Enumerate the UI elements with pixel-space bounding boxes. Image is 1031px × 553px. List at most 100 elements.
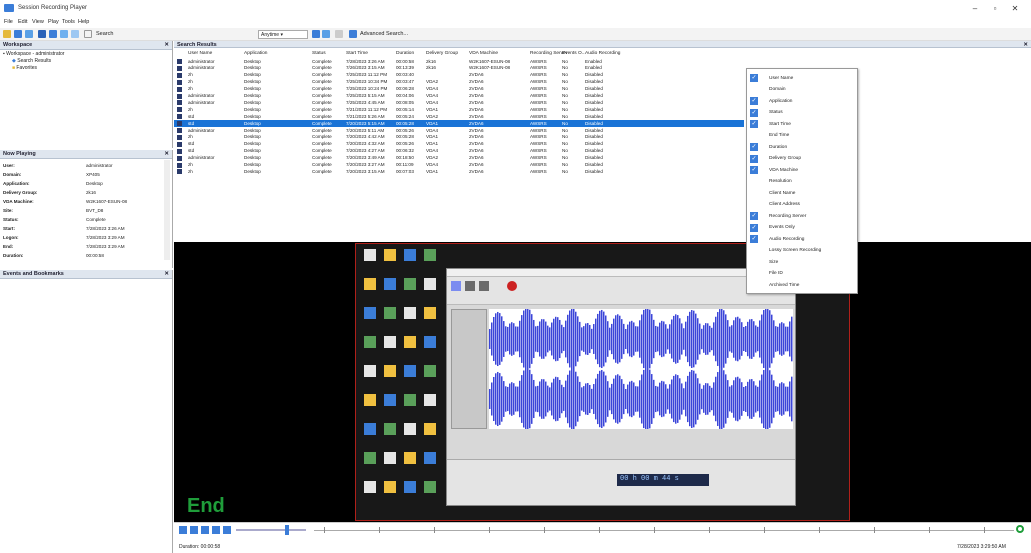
column-chooser-item[interactable]: ✓ Events Only (747, 223, 857, 233)
open-folder-icon[interactable] (3, 30, 11, 38)
column-chooser-item[interactable]: ✓ Application (747, 96, 857, 106)
column-chooser-item[interactable]: Resolution (747, 177, 857, 187)
table-row[interactable]: administrator Desktop Complete 7/20/2023 3:… (174, 155, 744, 162)
column-chooser-item[interactable]: ✓ Delivery Group (747, 154, 857, 164)
tree-item-search-results[interactable]: ◆ Search Results (12, 58, 51, 64)
column-chooser-item[interactable]: Archived Time (747, 280, 857, 290)
menu-file[interactable]: File (4, 19, 13, 25)
forward-icon[interactable] (71, 30, 79, 38)
bookmark-icon[interactable] (38, 30, 46, 38)
table-cell: No (562, 168, 568, 174)
play-icon[interactable] (14, 30, 22, 38)
column-chooser-item[interactable]: Client Address (747, 200, 857, 210)
workspace-root[interactable]: ▪ Workspace - administrator (3, 51, 64, 57)
column-header[interactable]: User Name (188, 51, 212, 56)
table-row[interactable]: zh Desktop Complete 7/25/2023 10:34 PM 00:03… (174, 79, 744, 86)
stop-button[interactable] (190, 526, 198, 534)
column-chooser-item[interactable]: Domain (747, 85, 857, 95)
menu-tools[interactable]: Tools (62, 19, 75, 25)
timeline-end-marker[interactable] (1016, 525, 1024, 533)
volume-icon[interactable] (223, 526, 231, 534)
audio-editor-toolbar (447, 277, 795, 305)
table-row[interactable]: std Desktop Complete 7/21/2023 5:26 AM 00:05… (174, 113, 744, 120)
column-chooser-item[interactable]: End Time (747, 131, 857, 141)
table-row[interactable]: administrator Desktop Complete 7/25/2023 4:… (174, 99, 744, 106)
table-row[interactable]: zh Desktop Complete 7/20/2023 4:42 AM 00:05:… (174, 134, 744, 141)
menu-play[interactable]: Play (48, 19, 59, 25)
column-chooser-item[interactable]: ✓ Duration (747, 142, 857, 152)
waveform-bar (791, 316, 793, 362)
column-header[interactable]: Duration (396, 51, 414, 56)
close-panel-icon[interactable]: ✕ (164, 151, 169, 157)
table-row[interactable]: zh Desktop Complete 7/20/2023 3:27 AM 00:11:… (174, 162, 744, 169)
waveform-bar (723, 310, 725, 368)
table-row[interactable]: administrator Desktop Complete 7/28/2023 3:… (174, 58, 744, 65)
table-row[interactable]: zh Desktop Complete 7/20/2023 3:15 AM 00:07:… (174, 168, 744, 175)
fast-forward-button[interactable] (212, 526, 220, 534)
table-row[interactable]: std Desktop Complete 7/20/2023 5:15 AM 00:05… (174, 120, 744, 127)
column-chooser-item[interactable]: Size (747, 257, 857, 267)
calendar-icon[interactable] (322, 30, 330, 38)
desktop-shortcut-icon (424, 481, 436, 493)
move-icon[interactable] (60, 30, 68, 38)
column-chooser-item[interactable]: ✓ Audio Recording (747, 234, 857, 244)
waveform-bar (671, 379, 673, 419)
table-row[interactable]: administrator Desktop Complete 7/26/2023 3:… (174, 65, 744, 72)
advanced-search-button[interactable]: Advanced Search... (360, 31, 408, 37)
minimize-icon[interactable]: – (968, 4, 982, 13)
column-chooser-item[interactable]: ✓ Status (747, 108, 857, 118)
column-chooser-item[interactable]: ✓ Start Time (747, 119, 857, 129)
table-row[interactable]: zh Desktop Complete 7/25/2023 10:24 PM 00:06… (174, 86, 744, 93)
maximize-icon[interactable]: ▫ (988, 4, 1002, 13)
table-cell: 2VDA6 (469, 106, 484, 112)
column-chooser-item[interactable]: ✓ User Name (747, 73, 857, 83)
list-icon[interactable] (335, 30, 343, 38)
search-label[interactable]: Search (96, 31, 113, 37)
column-header[interactable]: Delivery Group (426, 51, 458, 56)
column-header[interactable]: Audio Recording (585, 51, 620, 56)
table-row[interactable]: administrator Desktop Complete 7/25/2023 5:… (174, 93, 744, 100)
column-chooser-item[interactable]: File ID (747, 269, 857, 279)
table-row[interactable]: std Desktop Complete 7/20/2023 4:27 AM 00:06… (174, 148, 744, 155)
column-header[interactable]: Start Time (346, 51, 368, 56)
close-panel-icon[interactable]: ✕ (164, 271, 169, 277)
column-header[interactable]: VDA Machine (469, 51, 498, 56)
waveform-bar (651, 374, 653, 424)
filter-icon[interactable] (312, 30, 320, 38)
column-header[interactable]: Events O... (562, 51, 586, 56)
tree-item-favorites[interactable]: ■ Favorites (12, 65, 37, 71)
advanced-search-icon[interactable] (349, 30, 357, 38)
table-cell: Complete (312, 65, 332, 71)
table-cell: Desktop (244, 93, 261, 98)
column-chooser-item[interactable]: Lossy Screen Recording (747, 246, 857, 256)
column-chooser-item[interactable]: ✓ VDA Machine (747, 165, 857, 175)
table-cell: Complete (312, 72, 332, 78)
time-filter-dropdown[interactable]: Anytime ▾ (258, 30, 308, 39)
close-icon[interactable]: ✕ (1008, 4, 1022, 13)
search-icon[interactable] (84, 30, 92, 38)
timeline-track[interactable] (314, 530, 1014, 531)
refresh-icon[interactable] (25, 30, 33, 38)
waveform-bar (565, 320, 567, 358)
table-row[interactable]: administrator Desktop Complete 7/20/2023 5:… (174, 127, 744, 134)
column-header[interactable]: Status (312, 51, 326, 56)
column-header[interactable]: Application (244, 51, 267, 56)
column-chooser-item[interactable]: Client Name (747, 188, 857, 198)
close-panel-icon[interactable]: ✕ (164, 42, 169, 48)
rewind-button[interactable] (201, 526, 209, 534)
menu-view[interactable]: View (32, 19, 44, 25)
waveform-bar (505, 386, 507, 412)
waveform-bar (743, 386, 745, 412)
scrollbar[interactable] (164, 160, 170, 260)
grid-icon[interactable] (49, 30, 57, 38)
speed-slider-thumb[interactable] (285, 525, 289, 535)
play-button[interactable] (179, 526, 187, 534)
table-row[interactable]: zh Desktop Complete 7/21/2023 11:12 PM 00:05… (174, 106, 744, 113)
table-row[interactable]: std Desktop Complete 7/20/2023 4:32 AM 00:05… (174, 141, 744, 148)
timeline-tick (324, 527, 325, 533)
menu-help[interactable]: Help (78, 19, 89, 25)
table-row[interactable]: zh Desktop Complete 7/25/2023 11:12 PM 00:03… (174, 72, 744, 79)
waveform-bar (521, 375, 523, 423)
menu-edit[interactable]: Edit (18, 19, 27, 25)
column-chooser-item[interactable]: ✓ Recording Server (747, 211, 857, 221)
